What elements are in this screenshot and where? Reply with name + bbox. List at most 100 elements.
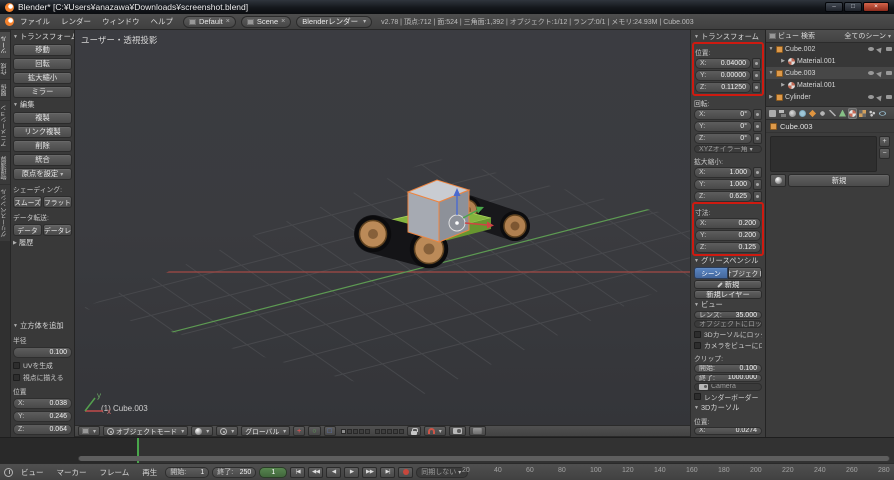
- outliner-item-cube003[interactable]: ▼Cube.003: [766, 67, 894, 79]
- lock-scale-y-icon[interactable]: [753, 179, 762, 190]
- add-slot-button[interactable]: +: [879, 136, 890, 147]
- tab-particles[interactable]: [868, 108, 877, 119]
- renderability-icon[interactable]: [886, 47, 892, 51]
- timeline-menu-marker[interactable]: マーカー: [52, 467, 92, 478]
- panel-header-view[interactable]: ビュー: [694, 300, 762, 310]
- dimensions-z-field[interactable]: Z:0.125: [695, 242, 761, 253]
- rotation-x-field[interactable]: X:0°: [694, 109, 752, 120]
- next-keyframe-button[interactable]: ▶▶: [362, 467, 377, 478]
- translate-button[interactable]: 移動: [13, 44, 72, 56]
- lock-rotation-x-icon[interactable]: [753, 109, 762, 120]
- lock-location-y-icon[interactable]: [752, 70, 761, 81]
- browse-material-button[interactable]: [770, 174, 786, 187]
- render-engine-selector[interactable]: Blenderレンダー: [296, 16, 372, 28]
- outliner-item-cube002[interactable]: ▼Cube.002: [766, 43, 894, 55]
- av-sync-dropdown[interactable]: 同期しない: [416, 467, 468, 478]
- mode-dropdown[interactable]: オブジェクトモード: [103, 426, 188, 436]
- frame-start-field[interactable]: 開始:1: [165, 467, 209, 478]
- gp-new-button[interactable]: 新規: [694, 280, 762, 289]
- timeline-scrollbar[interactable]: [78, 456, 890, 461]
- lock-location-x-icon[interactable]: [752, 58, 761, 69]
- rotation-y-field[interactable]: Y:0°: [694, 121, 752, 132]
- checkbox-box[interactable]: [694, 393, 701, 400]
- duplicate-button[interactable]: 複製: [13, 112, 72, 124]
- timeline-menu-playback[interactable]: 再生: [137, 467, 162, 478]
- rotation-mode-dropdown[interactable]: XYZオイラー角: [694, 145, 762, 153]
- play-button[interactable]: ▶: [344, 467, 359, 478]
- renderability-icon[interactable]: [886, 71, 892, 75]
- scene-selector[interactable]: Scene: [241, 16, 291, 28]
- location-y-field[interactable]: Y:0.00000: [695, 70, 751, 81]
- close-button[interactable]: ×: [863, 2, 889, 12]
- tab-texture[interactable]: [858, 108, 867, 119]
- tab-object-data[interactable]: [838, 108, 847, 119]
- radius-field[interactable]: 0.100: [13, 347, 72, 358]
- minimize-button[interactable]: –: [825, 2, 843, 12]
- layer-9[interactable]: [393, 429, 398, 434]
- manipulator-rotate-toggle[interactable]: ○: [308, 426, 320, 436]
- unlink-scene-icon[interactable]: [281, 18, 285, 25]
- viewport-canvas[interactable]: [75, 30, 690, 425]
- timeline-canvas[interactable]: [0, 437, 894, 463]
- tab-modifiers[interactable]: [828, 108, 837, 119]
- duplicate-linked-button[interactable]: リンク複製: [13, 126, 72, 138]
- lock-rotation-z-icon[interactable]: [753, 133, 762, 144]
- menu-window[interactable]: ウィンドウ: [97, 16, 145, 27]
- outliner-item-cylinder[interactable]: ▶Cylinder: [766, 91, 894, 103]
- tab-render-layers[interactable]: [778, 108, 787, 119]
- mirror-button[interactable]: ミラー: [13, 86, 72, 98]
- checkbox-box[interactable]: [13, 374, 20, 381]
- lock-to-cursor-checkbox[interactable]: 3Dカーソルにロック: [694, 329, 762, 339]
- opengl-render-button[interactable]: [449, 426, 466, 436]
- layer-7[interactable]: [381, 429, 386, 434]
- snap-toggle[interactable]: [424, 426, 446, 436]
- panel-header-transform[interactable]: トランスフォーム: [694, 32, 762, 42]
- tab-grease-pencil[interactable]: グリースペンシル: [0, 185, 10, 241]
- editor-type-info-icon[interactable]: [5, 17, 14, 26]
- outliner-item-material001-b[interactable]: ▶Material.001: [766, 79, 894, 91]
- layers-widget-group-2[interactable]: [375, 429, 404, 434]
- shade-flat-button[interactable]: フラット: [43, 196, 72, 208]
- camera-selector[interactable]: Camera: [694, 383, 762, 391]
- frame-end-field[interactable]: 終了:250: [212, 467, 256, 478]
- jump-to-end-button[interactable]: ▶|: [380, 467, 395, 478]
- operator-panel-header[interactable]: 立方体を追加: [13, 321, 72, 331]
- scrollbar-thumb[interactable]: [79, 456, 889, 461]
- disclosure-icon[interactable]: ▼: [768, 46, 774, 52]
- scale-z-field[interactable]: Z:0.625: [694, 191, 752, 202]
- join-button[interactable]: 統合: [13, 154, 72, 166]
- timeline-menu-frame[interactable]: フレーム: [95, 467, 135, 478]
- layers-widget-group-1[interactable]: [341, 429, 370, 434]
- manipulator-scale-toggle[interactable]: □: [324, 426, 336, 436]
- editor-type-button[interactable]: [78, 426, 100, 436]
- lock-scale-x-icon[interactable]: [753, 167, 762, 178]
- panel-header-3d-cursor[interactable]: 3Dカーソル: [694, 403, 762, 413]
- material-slot-list[interactable]: [770, 136, 877, 172]
- tab-physics[interactable]: 物理演算: [0, 152, 10, 184]
- location-x-field[interactable]: X:0.04000: [695, 58, 751, 69]
- outliner-item-material001-a[interactable]: ▶Material.001: [766, 55, 894, 67]
- outliner-menu-view[interactable]: ビュー: [778, 31, 799, 41]
- layer-5[interactable]: [365, 429, 370, 434]
- delete-button[interactable]: 削除: [13, 140, 72, 152]
- disclosure-icon[interactable]: ▶: [768, 94, 774, 100]
- play-reverse-button[interactable]: ◀: [326, 467, 341, 478]
- selectability-icon[interactable]: [876, 93, 884, 101]
- disclosure-icon[interactable]: ▶: [780, 58, 786, 64]
- menu-render[interactable]: レンダー: [56, 16, 96, 27]
- lock-location-z-icon[interactable]: [752, 82, 761, 93]
- visibility-icon[interactable]: [868, 47, 874, 51]
- align-to-view-checkbox[interactable]: 視点に揃える: [13, 372, 72, 382]
- opengl-render-anim-button[interactable]: [469, 426, 486, 436]
- generate-uv-checkbox[interactable]: UVを生成: [13, 360, 72, 370]
- unlink-layout-icon[interactable]: [226, 18, 230, 25]
- dimensions-y-field[interactable]: Y:0.200: [695, 230, 761, 241]
- panel-header-grease-pencil[interactable]: グリースペンシル: [694, 256, 762, 266]
- tab-animation[interactable]: アニメーション: [0, 101, 10, 151]
- maximize-button[interactable]: □: [844, 2, 862, 12]
- tab-world[interactable]: [798, 108, 807, 119]
- tab-constraints[interactable]: [818, 108, 827, 119]
- op-location-x-field[interactable]: X:0.038: [13, 398, 72, 409]
- menu-file[interactable]: ファイル: [15, 16, 55, 27]
- rotate-button[interactable]: 回転: [13, 58, 72, 70]
